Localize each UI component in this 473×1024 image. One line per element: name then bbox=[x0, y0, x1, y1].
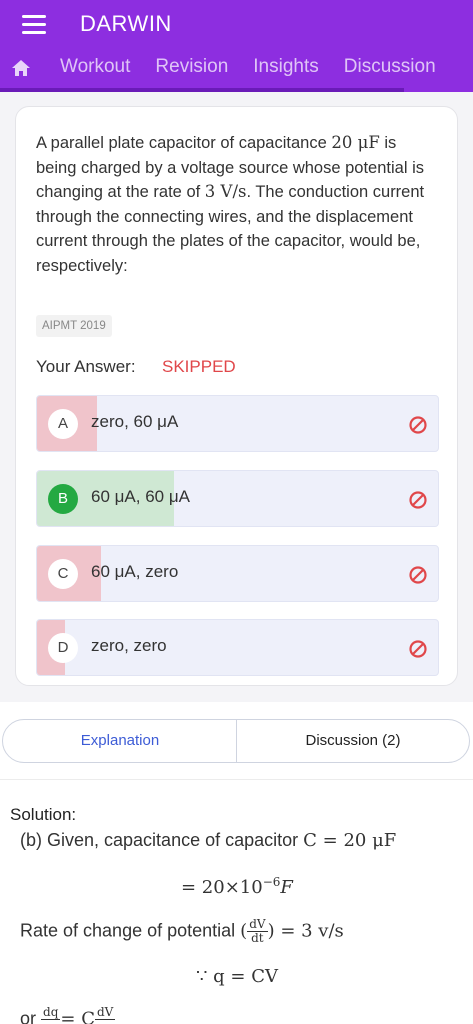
question-text: A parallel plate capacitor of capacitanc… bbox=[36, 133, 425, 275]
solution-line-1: (b) Given, capacitance of capacitor C = … bbox=[20, 830, 397, 851]
question-card: A parallel plate capacitor of capacitanc… bbox=[15, 106, 458, 686]
solution-line-4: ∵ q = CV bbox=[196, 966, 278, 987]
app-header: DARWIN Workout Revision Insights Discuss… bbox=[0, 0, 473, 92]
divider bbox=[0, 779, 473, 780]
option-b[interactable]: B 60 μA, 60 μA bbox=[36, 470, 439, 527]
your-answer-status: SKIPPED bbox=[162, 357, 236, 376]
option-d[interactable]: D zero, zero bbox=[36, 619, 439, 676]
option-a-letter: A bbox=[48, 409, 78, 439]
option-c[interactable]: C 60 μA, zero bbox=[36, 545, 439, 602]
app-title: DARWIN bbox=[80, 11, 172, 36]
option-d-text: zero, zero bbox=[91, 636, 167, 655]
solution-line-3: Rate of change of potential (dV dt) = 3 v… bbox=[20, 917, 344, 945]
tab-revision[interactable]: Revision bbox=[155, 56, 228, 82]
block-icon bbox=[409, 491, 427, 509]
solution-line-5: or dq = CdV bbox=[20, 1005, 116, 1024]
solution-line-2: = 20×10−6F bbox=[181, 875, 293, 898]
option-a-text: zero, 60 μA bbox=[91, 412, 179, 431]
block-icon bbox=[409, 566, 427, 584]
solution-title: Solution: bbox=[10, 805, 77, 824]
exam-tag: AIPMT 2019 bbox=[36, 315, 112, 337]
tab-discussion[interactable]: Discussion bbox=[344, 56, 436, 82]
option-c-letter: C bbox=[48, 559, 78, 589]
tab-insights[interactable]: Insights bbox=[253, 56, 318, 82]
block-icon bbox=[409, 640, 427, 658]
home-icon[interactable] bbox=[9, 56, 33, 80]
your-answer-label: Your Answer: bbox=[36, 357, 136, 376]
option-b-letter: B bbox=[48, 484, 78, 514]
option-d-letter: D bbox=[48, 633, 78, 663]
option-b-text: 60 μA, 60 μA bbox=[91, 487, 190, 506]
tab-discussion-count[interactable]: Discussion (2) bbox=[236, 719, 470, 763]
tab-workout[interactable]: Workout bbox=[60, 56, 130, 82]
nav-tabs: Workout Revision Insights Discussion bbox=[60, 56, 461, 82]
option-c-text: 60 μA, zero bbox=[91, 562, 179, 581]
hamburger-icon[interactable] bbox=[22, 15, 46, 35]
block-icon bbox=[409, 416, 427, 434]
option-a[interactable]: A zero, 60 μA bbox=[36, 395, 439, 452]
tab-explanation[interactable]: Explanation bbox=[2, 719, 238, 763]
